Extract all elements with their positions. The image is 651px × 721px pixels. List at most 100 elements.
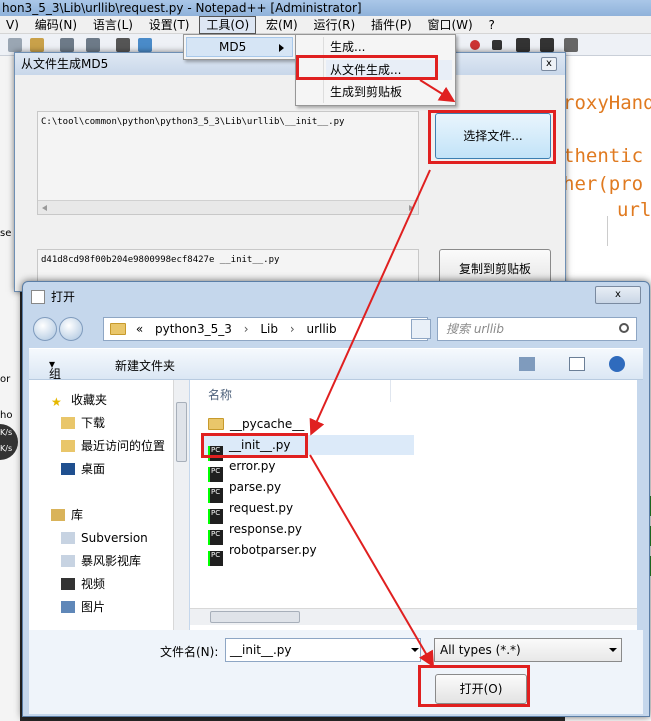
nav-favorites[interactable]: ★ 收藏夹 <box>51 390 107 410</box>
highlight-box <box>201 433 308 458</box>
file-row[interactable]: PC response.py <box>208 519 418 545</box>
toolbar-icon[interactable] <box>30 38 44 52</box>
filename-input[interactable]: __init__.py <box>225 638 421 662</box>
column-header-name[interactable]: 名称 <box>208 386 232 403</box>
md5-dialog: 从文件生成MD5 x C:\tool\common\python\python3… <box>14 52 566 293</box>
nav-desktop[interactable]: 桌面 <box>61 459 105 479</box>
refresh-icon[interactable] <box>411 319 431 339</box>
undo-icon[interactable] <box>60 38 74 52</box>
new-folder-button[interactable]: 新建文件夹 <box>115 357 175 374</box>
nav-videos[interactable]: 视频 <box>61 574 105 594</box>
menu-macro[interactable]: 宏(M) <box>260 16 304 34</box>
chevron-down-icon[interactable] <box>409 639 421 661</box>
menu-plugins[interactable]: 插件(P) <box>365 16 418 34</box>
library-icon <box>51 509 65 521</box>
stop-macro-icon[interactable] <box>492 40 502 50</box>
menu-item-md5-label: MD5 <box>219 40 247 54</box>
nav-recent[interactable]: 最近访问的位置 <box>61 436 165 456</box>
menu-encoding[interactable]: 编码(N) <box>29 16 83 34</box>
nav-storm-library[interactable]: 暴风影视库 <box>61 551 141 571</box>
toolbar-icon[interactable] <box>116 38 130 52</box>
redo-icon[interactable] <box>86 38 100 52</box>
hash-result-text: d41d8cd98f00b204e9800998ecf8427e __init_… <box>41 255 280 265</box>
back-icon[interactable] <box>33 317 57 341</box>
filetype-select[interactable]: All types (*.*) <box>434 638 622 662</box>
menu-window[interactable]: 窗口(W) <box>421 16 478 34</box>
file-list: 名称 __pycache__ PC __init__.py PC error.py … <box>190 380 637 630</box>
play-multiple-icon[interactable] <box>540 38 554 52</box>
menu-item-generate[interactable]: 生成... <box>330 37 365 57</box>
highlight-box <box>296 55 438 80</box>
video-icon <box>61 578 75 590</box>
speed-widget: K/s K/s <box>0 424 18 460</box>
folder-icon <box>61 440 75 452</box>
library-icon <box>61 532 75 544</box>
scroll-thumb[interactable] <box>176 402 187 462</box>
toolbar-icon[interactable] <box>8 38 22 52</box>
file-row[interactable]: PC robotparser.py <box>208 540 418 566</box>
menu-view[interactable]: V) <box>0 16 25 34</box>
code-line: her(pro <box>565 173 644 195</box>
file-horizontal-scrollbar[interactable] <box>190 608 637 625</box>
address-bar[interactable]: « python3_5_3 › Lib › urllib <box>103 317 428 341</box>
menu-tools[interactable]: 工具(O) <box>199 16 257 34</box>
nav-vertical-scrollbar[interactable] <box>173 380 189 630</box>
highlight-box <box>418 665 530 707</box>
file-row[interactable]: PC parse.py <box>208 477 418 503</box>
record-macro-icon[interactable] <box>470 40 480 50</box>
breadcrumb-python[interactable]: python3_5_3 <box>155 322 232 336</box>
left-panel-text: ho <box>0 410 13 421</box>
menu-item-md5[interactable]: MD5 <box>186 37 293 57</box>
horizontal-scrollbar[interactable] <box>38 200 418 214</box>
forward-icon[interactable] <box>59 317 83 341</box>
search-input[interactable]: 搜索 urllib <box>437 317 637 341</box>
nav-subversion[interactable]: Subversion <box>61 528 148 548</box>
left-panel-text: or <box>0 374 11 385</box>
breadcrumb-lib[interactable]: Lib <box>260 322 278 336</box>
folder-icon <box>61 417 75 429</box>
menu-item-generate-to-clipboard[interactable]: 生成到剪贴板 <box>330 82 402 102</box>
menu-settings[interactable]: 设置(T) <box>143 16 196 34</box>
nav-libraries[interactable]: 库 <box>51 505 83 525</box>
desktop-icon <box>61 463 75 475</box>
python-file-icon: PC <box>208 551 223 566</box>
folder-icon <box>110 323 126 335</box>
md5-close-button[interactable]: x <box>541 57 557 71</box>
breadcrumb-overflow[interactable]: « <box>136 322 143 336</box>
save-macro-icon[interactable] <box>564 38 578 52</box>
tools-menu: MD5 <box>183 34 296 60</box>
chevron-down-icon[interactable] <box>607 639 619 661</box>
nav-pictures[interactable]: 图片 <box>61 597 105 617</box>
file-row[interactable]: PC request.py <box>208 498 418 524</box>
code-line: url <box>617 199 651 221</box>
file-path-text: C:\tool\common\python\python3_5_3\Lib\ur… <box>41 117 345 127</box>
code-line: thentic <box>565 145 644 167</box>
breadcrumb-urllib[interactable]: urllib <box>306 322 336 336</box>
file-row[interactable]: PC error.py <box>208 456 418 482</box>
search-icon <box>619 323 629 333</box>
toolbar-icon[interactable] <box>138 38 152 52</box>
file-row[interactable]: __pycache__ <box>208 414 418 434</box>
indent-guide <box>607 216 608 246</box>
menu-language[interactable]: 语言(L) <box>87 16 139 34</box>
menu-run[interactable]: 运行(R) <box>308 16 362 34</box>
nav-downloads[interactable]: 下载 <box>61 413 105 433</box>
play-macro-icon[interactable] <box>516 38 530 52</box>
dialog-footer: 文件名(N): __init__.py All types (*.*) 打开(O… <box>29 630 643 714</box>
scroll-thumb[interactable] <box>210 611 300 623</box>
view-options-icon[interactable] <box>519 357 535 371</box>
preview-pane-icon[interactable] <box>569 357 585 371</box>
help-icon[interactable] <box>609 356 625 372</box>
open-dialog-title: 打开 <box>51 290 76 304</box>
file-path-textarea[interactable]: C:\tool\common\python\python3_5_3\Lib\ur… <box>37 111 419 215</box>
library-icon <box>61 555 75 567</box>
window-title: hon3_5_3\Lib\urllib\request.py - Notepad… <box>0 0 651 16</box>
left-panel-text: se <box>0 228 12 239</box>
filename-label: 文件名(N): <box>160 645 219 659</box>
organize-button[interactable]: 组织 ▾ <box>49 357 61 398</box>
menubar: V) 编码(N) 语言(L) 设置(T) 工具(O) 宏(M) 运行(R) 插件… <box>0 16 651 34</box>
menu-help[interactable]: ? <box>483 16 501 34</box>
command-bar: 组织 ▾ 新建文件夹 <box>29 348 643 398</box>
submenu-arrow-icon <box>279 44 284 52</box>
open-close-button[interactable]: x <box>595 286 641 304</box>
